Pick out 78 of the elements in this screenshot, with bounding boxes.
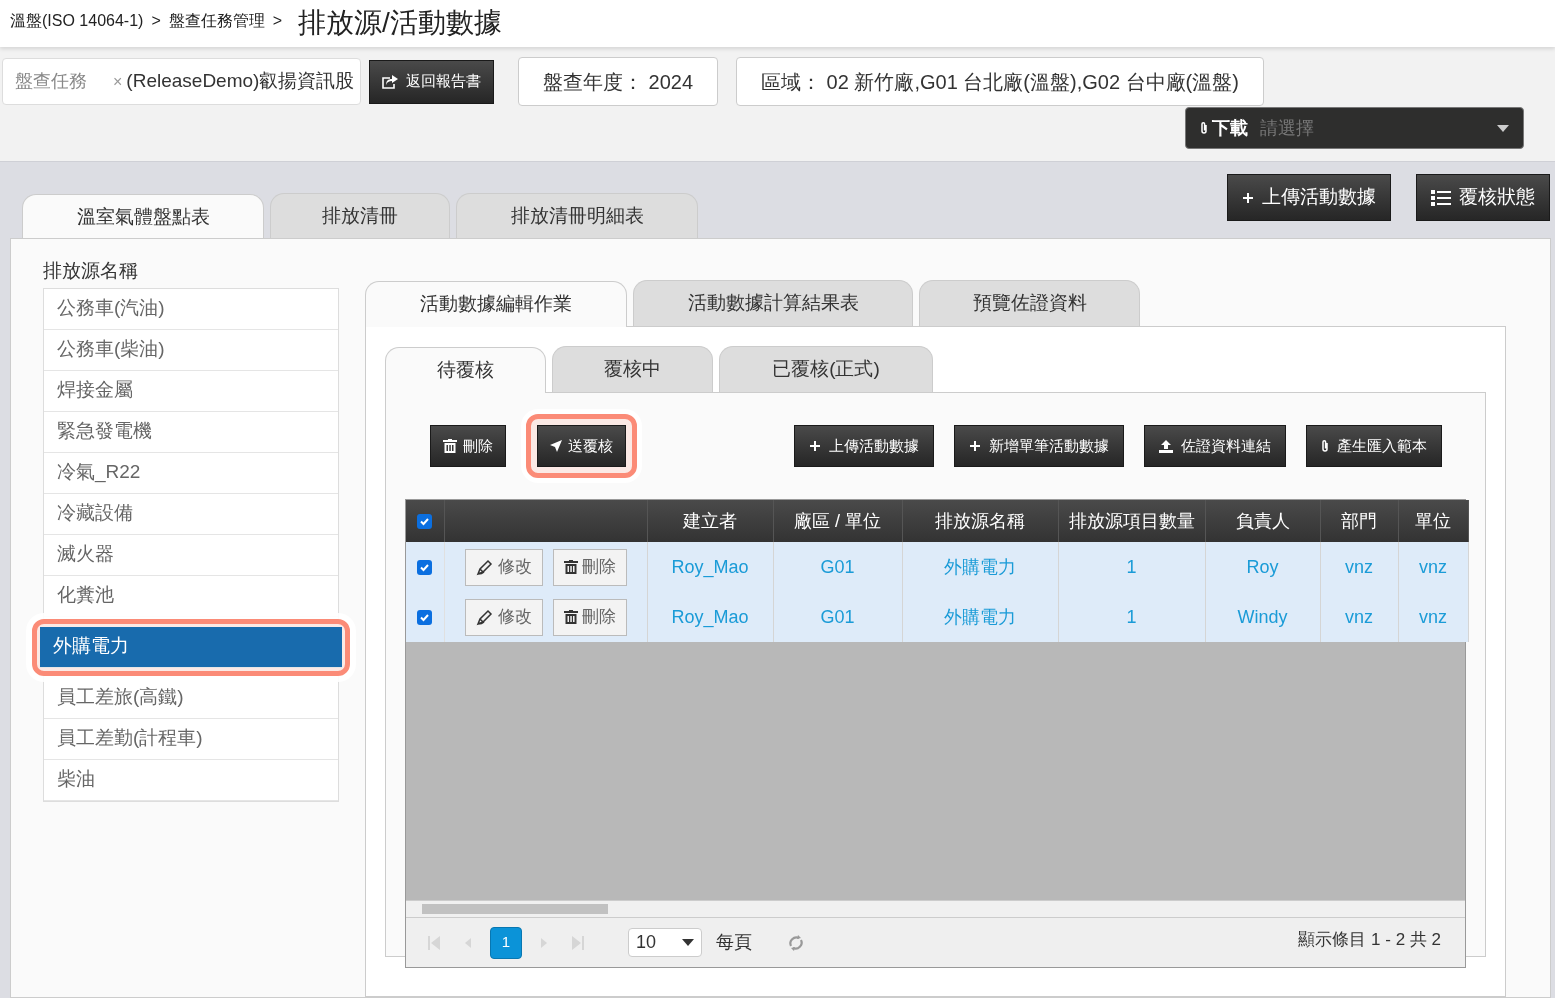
upload-button[interactable]: 上傳活動數據: [1227, 174, 1391, 221]
table-cell: Roy_Mao: [647, 592, 773, 642]
tab[interactable]: 排放清冊明細表: [456, 193, 698, 239]
source-list-item[interactable]: 滅火器: [44, 534, 338, 576]
download-dropdown[interactable]: 下載 請選擇: [1185, 107, 1524, 149]
checkbox[interactable]: [417, 560, 433, 576]
tab[interactable]: 排放清冊: [270, 193, 450, 239]
caret-icon: [682, 939, 694, 946]
table-cell: 1: [1058, 592, 1205, 642]
tab[interactable]: 已覆核(正式): [719, 346, 933, 392]
send-icon: [550, 440, 562, 452]
breadcrumb-separator: >: [272, 11, 283, 31]
year-display: 盤查年度： 2024: [518, 57, 719, 106]
source-list-item[interactable]: 外購電力: [40, 626, 342, 668]
edit-button[interactable]: 修改: [464, 548, 543, 586]
pencil-icon: [475, 608, 494, 626]
pencil-icon: [475, 558, 494, 576]
horizontal-scrollbar[interactable]: [406, 900, 1465, 917]
evidence-link-button[interactable]: 佐證資料連結: [1144, 425, 1286, 467]
source-list-item[interactable]: 公務車(柴油): [44, 329, 338, 371]
add-single-button[interactable]: 新增單筆活動數據: [954, 425, 1124, 467]
delete-button[interactable]: 刪除: [552, 598, 627, 636]
plus-icon: [1242, 191, 1254, 204]
region-display: 區域： 02 新竹廠,G01 台北廠(溫盤),G02 台中廠(溫盤): [736, 57, 1264, 106]
list-icon: [1431, 188, 1451, 207]
caret-icon: [1497, 124, 1509, 132]
tab[interactable]: 活動數據計算結果表: [633, 280, 913, 326]
edit-button[interactable]: 修改: [464, 598, 543, 636]
checkbox[interactable]: [417, 610, 433, 626]
template-button[interactable]: 產生匯入範本: [1306, 425, 1442, 467]
source-list-item[interactable]: 柴油: [44, 759, 338, 801]
source-list-item[interactable]: 緊急發電機: [44, 411, 338, 453]
tab[interactable]: 預覽佐證資料: [919, 280, 1140, 326]
review-status-button[interactable]: 覆核狀態: [1416, 174, 1550, 221]
dropdown-placeholder: 請選擇: [1260, 116, 1315, 140]
source-list-item[interactable]: 公務車(汽油): [44, 288, 338, 330]
tab[interactable]: 溫室氣體盤點表: [22, 194, 264, 240]
plus-icon: [809, 440, 821, 452]
upload-button[interactable]: 上傳活動數據: [794, 425, 934, 467]
trash-icon: [443, 439, 457, 453]
source-list-item[interactable]: 冷藏設備: [44, 493, 338, 535]
table-cell: G01: [773, 592, 902, 642]
table-cell: vnz: [1320, 592, 1398, 642]
paperclip-icon: [1321, 439, 1329, 453]
checkbox[interactable]: [417, 514, 433, 530]
plus-icon: [969, 440, 981, 452]
trash-icon: [563, 560, 578, 574]
selected-task: (ReleaseDemo)叡揚資訊股: [126, 69, 355, 94]
table-cell: vnz: [1398, 592, 1468, 642]
back-to-report-button[interactable]: 返回報告書: [369, 59, 494, 104]
breadcrumb-link[interactable]: 溫盤(ISO 14064-1): [10, 9, 144, 33]
page-title: 排放源/活動數據: [298, 9, 502, 37]
tab[interactable]: 覆核中: [552, 346, 713, 392]
tab[interactable]: 活動數據編輯作業: [365, 281, 627, 327]
table-cell: Windy: [1205, 592, 1320, 642]
share-icon: [382, 74, 398, 89]
field-label: 盤查任務: [15, 70, 87, 93]
pager-summary: 顯示條目 1 - 2 共 2: [1298, 928, 1441, 951]
page-size-value: 10: [636, 931, 657, 954]
upload-icon: [1159, 439, 1173, 453]
source-list-item[interactable]: 焊接金屬: [44, 370, 338, 412]
source-list-item[interactable]: 員工差勤(計程車): [44, 718, 338, 760]
per-page-label: 每頁: [716, 931, 752, 954]
download-label: 下載: [1212, 116, 1248, 140]
task-field[interactable]: 盤查任務 × (ReleaseDemo)叡揚資訊股: [2, 58, 361, 105]
delete-button[interactable]: 刪除: [430, 425, 506, 467]
source-list-item[interactable]: 員工差旅(高鐵): [44, 677, 338, 719]
submit-review-button[interactable]: 送覆核: [537, 425, 626, 467]
sidebar-title: 排放源名稱: [43, 259, 139, 283]
breadcrumb-separator: >: [151, 11, 161, 31]
page-size-select[interactable]: 10: [628, 928, 702, 957]
delete-button[interactable]: 刪除: [552, 548, 627, 586]
tab[interactable]: 待覆核: [385, 347, 546, 393]
source-list-item[interactable]: 冷氣_R22: [44, 452, 338, 494]
table-cell: 外購電力: [902, 592, 1058, 642]
trash-icon: [563, 610, 578, 624]
breadcrumb-link[interactable]: 盤查任務管理: [168, 9, 265, 33]
paperclip-icon: [1200, 121, 1208, 135]
